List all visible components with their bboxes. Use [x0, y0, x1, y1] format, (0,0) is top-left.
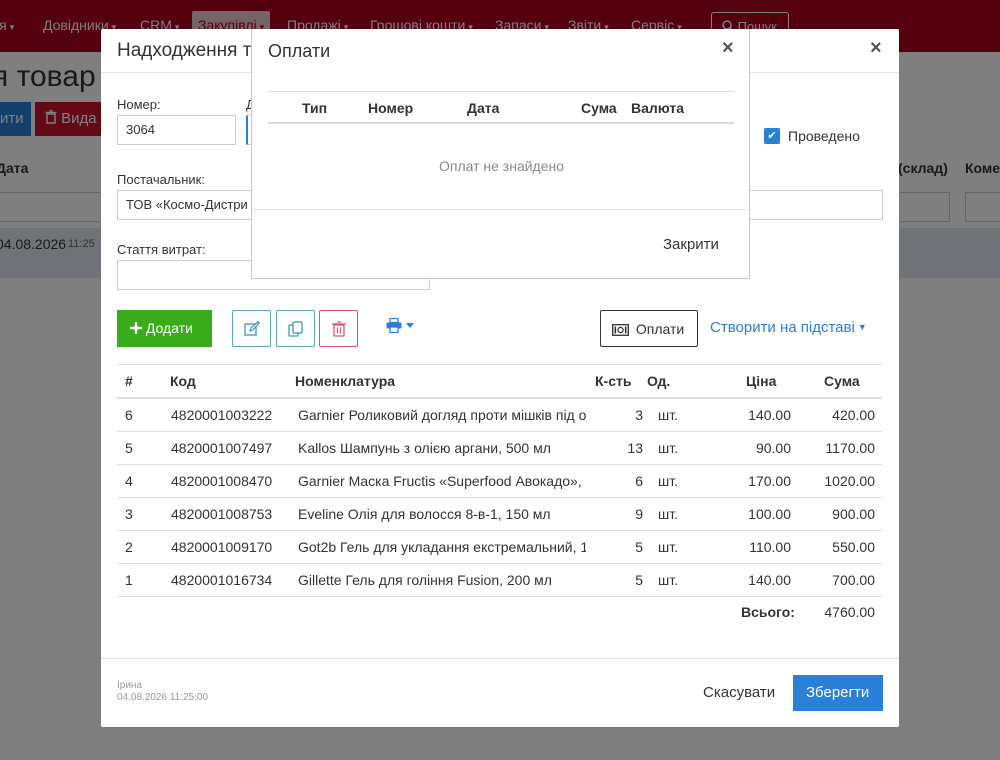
print-icon	[386, 317, 402, 334]
table-row[interactable]: 2 4820001009170 Got2b Гель для укладання…	[117, 531, 882, 564]
table-row[interactable]: 6 4820001003222 Garnier Роликовий догляд…	[117, 399, 882, 432]
posted-label: Проведено	[788, 128, 860, 144]
save-button[interactable]: Зберегти	[793, 675, 883, 711]
expense-label: Стаття витрат:	[117, 242, 206, 257]
pay-col-date: Дата	[467, 100, 500, 116]
table-row[interactable]: 5 4820001007497 Kallos Шампунь з олією а…	[117, 432, 882, 465]
payments-modal-title: Оплати	[268, 41, 331, 61]
copy-item-button[interactable]	[276, 310, 315, 347]
plus-icon	[130, 322, 142, 334]
payments-button[interactable]: Оплати	[600, 310, 698, 347]
pay-col-number: Номер	[368, 100, 414, 116]
col-code: Код	[170, 373, 196, 389]
payments-footer-divider	[252, 209, 751, 210]
number-input[interactable]: 3064	[117, 115, 236, 145]
cancel-button[interactable]: Скасувати	[703, 684, 775, 701]
total-label: Всього:	[741, 604, 795, 620]
close-icon[interactable]: ×	[870, 37, 882, 60]
close-icon[interactable]: ×	[722, 37, 734, 60]
add-item-button[interactable]: Додати	[117, 310, 212, 347]
col-unit: Од.	[647, 373, 671, 389]
print-dropdown-button[interactable]	[386, 317, 416, 338]
close-button[interactable]: Закрити	[663, 236, 719, 253]
chevron-down-icon: ▼	[857, 322, 867, 332]
pay-col-sum: Сума	[581, 100, 617, 116]
edit-item-button[interactable]	[232, 310, 271, 347]
table-row[interactable]: 4 4820001008470 Garnier Маска Fructis «S…	[117, 465, 882, 498]
number-label: Номер:	[117, 97, 161, 112]
chevron-down-icon	[405, 323, 414, 328]
supplier-label: Постачальник:	[117, 172, 205, 187]
edit-icon	[244, 321, 260, 336]
delete-item-button[interactable]	[319, 310, 358, 347]
table-row[interactable]: 3 4820001008753 Eveline Олія для волосся…	[117, 498, 882, 531]
total-value: 4760.00	[824, 604, 875, 620]
modal-footer-divider	[101, 658, 899, 659]
pay-col-type: Тип	[302, 100, 328, 116]
copy-icon	[288, 321, 303, 337]
trash-icon	[332, 321, 346, 337]
money-icon	[612, 324, 629, 336]
payments-empty-state: Оплат не знайдено	[438, 158, 565, 174]
table-row[interactable]: 1 4820001016734 Gillette Гель для голінн…	[117, 564, 882, 597]
check-icon: ✔	[767, 130, 777, 142]
payments-table-header: Тип Номер Дата Сума Валюта	[268, 91, 734, 124]
payments-modal: Оплати × Тип Номер Дата Сума Валюта Опла…	[251, 29, 751, 279]
author-name: Ірина	[117, 680, 143, 691]
col-sum: Сума	[824, 373, 860, 389]
col-price: Ціна	[746, 373, 777, 389]
create-based-on-dropdown[interactable]: Створити на підставі ▼	[710, 319, 867, 336]
items-table-header: # Код Номенклатура К-сть Од. Ціна Сума	[117, 364, 882, 399]
col-name: Номенклатура	[295, 373, 396, 389]
modal-title: Надходження то	[117, 40, 262, 61]
created-timestamp: 04.08.2026 11:25:00	[117, 692, 209, 703]
col-num: #	[125, 373, 133, 389]
col-qty: К-сть	[595, 373, 632, 389]
posted-checkbox[interactable]: ✔	[764, 128, 780, 144]
pay-col-currency: Валюта	[631, 100, 685, 116]
